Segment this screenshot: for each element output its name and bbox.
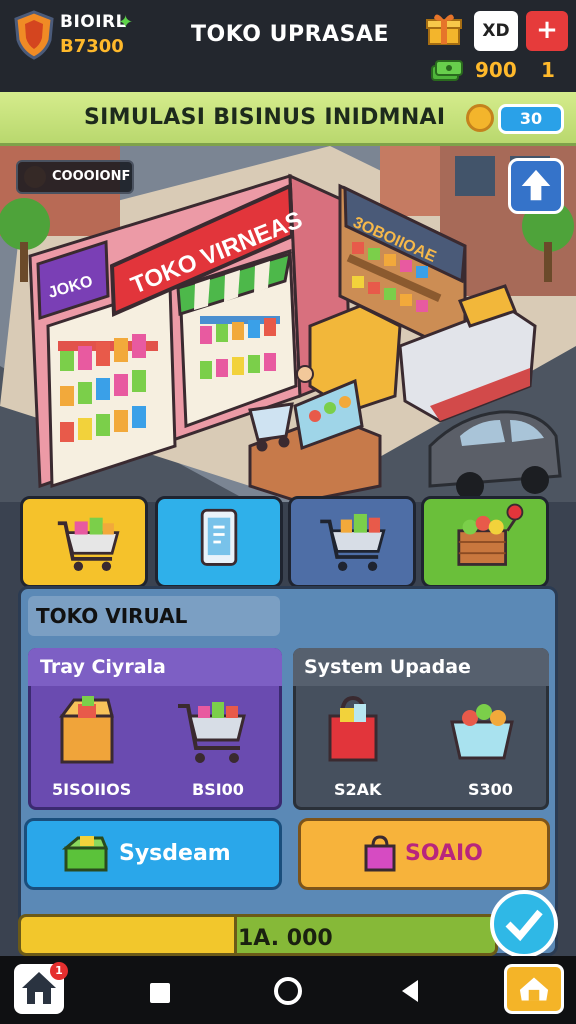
cash-box-icon [62, 836, 109, 872]
system-card-title: System Upadae [304, 656, 471, 678]
box-icon [59, 696, 114, 764]
player-money: B7300 [60, 36, 124, 57]
gift-icon[interactable] [426, 12, 462, 46]
category-cart-tile[interactable] [20, 496, 148, 588]
category-tablet-tile[interactable] [155, 496, 283, 588]
soaio-button[interactable]: SOAIO [298, 818, 550, 890]
store-scene: TOKO VIRNEAS JOKO 3OBOIIOAE [0, 146, 576, 502]
basket-icon [450, 704, 514, 760]
shop-button[interactable] [504, 964, 564, 1014]
tray-card-title: Tray Ciyrala [40, 656, 166, 678]
system-price-2: S300 [468, 780, 513, 799]
progress-text: 1A. 000 [238, 926, 333, 951]
upgrade-arrow-button[interactable] [508, 158, 564, 214]
tray-price-2: BSI00 [192, 780, 244, 799]
banner-badge[interactable]: 30 [498, 104, 564, 134]
cash-stack-icon [431, 60, 463, 81]
game-screen: BIOIRL ✦ B7300 TOKO UPRASAE XD + 900 1 S… [0, 0, 576, 1024]
banner-title: SIMULASI BISINUS INIDMNAI [84, 105, 446, 130]
category-produce-tile[interactable] [421, 496, 549, 588]
produce-crate-icon [457, 503, 524, 566]
add-button[interactable]: + [526, 11, 568, 51]
recents-icon[interactable] [150, 983, 170, 1003]
system-price-1: S2AK [334, 780, 382, 799]
shopping-basket-icon [320, 513, 386, 571]
panel-title: TOKO VIRUAL [28, 596, 280, 636]
page-title: TOKO UPRASAE [191, 22, 389, 47]
shopping-cart-icon [57, 517, 120, 571]
close-button[interactable]: XD [474, 11, 518, 51]
location-label[interactable]: COOOIONF [16, 160, 134, 194]
cart-icon [178, 702, 246, 763]
coin-icon [466, 104, 494, 132]
cash-icon: ✦ [118, 12, 134, 33]
back-icon[interactable] [402, 980, 418, 1002]
tray-price-1: 5ISOIIOS [52, 780, 132, 799]
gem-count: 900 [475, 58, 517, 82]
player-name: BIOIRL [60, 12, 127, 32]
home-circle-icon[interactable] [274, 977, 302, 1005]
category-basket-tile[interactable] [288, 496, 416, 588]
level-count: 1 [541, 58, 555, 82]
tablet-icon [200, 508, 238, 566]
shield-icon[interactable] [12, 10, 56, 60]
pink-bag-icon [364, 835, 396, 872]
notification-badge: 1 [50, 962, 68, 980]
checkmark-button[interactable] [490, 890, 558, 958]
shopping-bag-icon [328, 695, 378, 762]
